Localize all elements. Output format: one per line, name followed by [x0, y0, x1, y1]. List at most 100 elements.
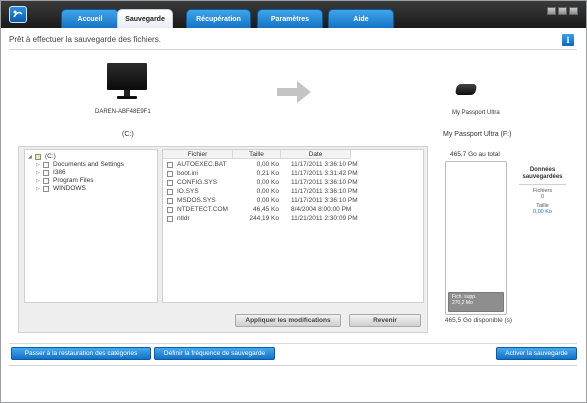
- file-size: 244,19 Ko: [249, 215, 279, 222]
- file-date: 11/17/2011 3:36:10 PM: [291, 179, 358, 186]
- destination-drive-label: My Passport Ultra (F:): [443, 131, 512, 138]
- tree-item-label: WINDOWS: [53, 185, 86, 192]
- checkbox[interactable]: [43, 185, 49, 192]
- restore-categories-button[interactable]: Passer à la restauration des catégories: [11, 347, 151, 360]
- saved-files-value: 0: [540, 194, 545, 201]
- external-drive-icon: [454, 84, 478, 95]
- computer-name: DAREN-ABF48E9F1: [95, 109, 151, 115]
- column-header-date[interactable]: Date: [281, 150, 351, 159]
- tab-parametres[interactable]: Paramètres: [257, 9, 323, 28]
- tree-item[interactable]: ▷ Program Files: [36, 177, 93, 184]
- tab-aide[interactable]: Aide: [328, 9, 394, 28]
- file-size: 0,00 Ko: [256, 197, 279, 204]
- tree-item-label: Documents and Settings: [53, 161, 124, 168]
- expand-icon[interactable]: ▷: [36, 162, 43, 168]
- file-name: AUTOEXEC.BAT: [177, 161, 227, 168]
- tab-sauvegarde[interactable]: Sauvegarde: [117, 9, 173, 28]
- collapse-icon[interactable]: ◢: [28, 154, 35, 160]
- checkbox[interactable]: [167, 171, 173, 177]
- file-date: 11/21/2011 2:30:09 PM: [291, 215, 358, 222]
- file-date: 11/17/2011 3:36:10 PM: [291, 188, 358, 195]
- apply-changes-button[interactable]: Appliquer les modifications: [235, 314, 341, 327]
- tree-item-label: I386: [53, 169, 66, 176]
- checkbox[interactable]: [167, 207, 173, 213]
- checkbox[interactable]: [167, 162, 173, 168]
- tab-label: Récupération: [196, 15, 241, 23]
- used-size: 270,2 Mo: [452, 299, 473, 306]
- checkbox[interactable]: [167, 198, 173, 204]
- tree-item[interactable]: ▷ I386: [36, 169, 66, 176]
- checkbox[interactable]: [43, 169, 49, 176]
- app-logo-icon[interactable]: [9, 6, 27, 23]
- checkbox[interactable]: [167, 189, 173, 195]
- expand-icon[interactable]: ▷: [36, 186, 43, 192]
- file-date: 11/17/2011 3:36:10 PM: [291, 197, 358, 204]
- file-size: 0,21 Ko: [256, 170, 279, 177]
- computer-icon: [107, 63, 147, 101]
- destination-free: 465,5 Go disponible (s): [444, 317, 513, 324]
- tree-root[interactable]: ◢ (C:): [28, 153, 56, 160]
- checkbox[interactable]: [167, 216, 173, 222]
- file-name: IO.SYS: [177, 188, 199, 195]
- maximize-icon[interactable]: [558, 7, 567, 15]
- column-header-name[interactable]: Fichier: [163, 150, 233, 159]
- file-row[interactable]: NTDETECT.COM 46,45 Ko 8/4/2004 8:00:00 PM: [163, 206, 425, 215]
- file-name: CONFIG.SYS: [177, 179, 218, 186]
- divider: [519, 184, 566, 186]
- footer-divider: [9, 365, 577, 366]
- file-size: 46,45 Ko: [252, 206, 279, 213]
- file-date: 11/17/2011 3:36:10 PM: [291, 161, 358, 168]
- file-name: ntldr: [177, 215, 190, 222]
- tab-label: Aide: [353, 15, 369, 23]
- activate-backup-button[interactable]: Activer la sauvegarde: [496, 347, 577, 360]
- file-row[interactable]: ntldr 244,19 Ko 11/21/2011 2:30:09 PM: [163, 215, 425, 224]
- app-window: Accueil Sauvegarde Récupération Paramètr…: [0, 0, 587, 403]
- file-name: MSDOS.SYS: [177, 197, 216, 204]
- checkbox[interactable]: [35, 153, 41, 160]
- divider: [9, 343, 577, 344]
- tab-label: Paramètres: [270, 15, 310, 23]
- file-date: 11/17/2011 3:31:42 PM: [291, 170, 358, 177]
- drive-name: My Passport Ultra: [452, 110, 500, 116]
- tab-recuperation[interactable]: Récupération: [186, 9, 251, 28]
- checkbox[interactable]: [43, 177, 49, 184]
- file-row[interactable]: boot.ini 0,21 Ko 11/17/2011 3:31:42 PM: [163, 170, 425, 179]
- file-row[interactable]: IO.SYS 0,00 Ko 11/17/2011 3:36:10 PM: [163, 188, 425, 197]
- close-icon[interactable]: [569, 7, 578, 15]
- expand-icon[interactable]: ▷: [36, 170, 43, 176]
- tab-accueil[interactable]: Accueil: [61, 9, 119, 28]
- checkbox[interactable]: [167, 180, 173, 186]
- file-list[interactable]: Fichier Taille Date AUTOEXEC.BAT 0,00 Ko 1…: [162, 149, 424, 303]
- arrow-right-icon: [277, 81, 311, 103]
- minimize-icon[interactable]: [547, 7, 556, 15]
- file-name: NTDETECT.COM: [177, 206, 228, 213]
- file-date: 8/4/2004 8:00:00 PM: [291, 206, 352, 213]
- file-name: boot.ini: [177, 170, 198, 177]
- file-row[interactable]: AUTOEXEC.BAT 0,00 Ko 11/17/2011 3:36:10 PM: [163, 161, 425, 170]
- file-row[interactable]: MSDOS.SYS 0,00 Ko 11/17/2011 3:36:10 PM: [163, 197, 425, 206]
- saved-size-value: 0,00 Ko: [533, 209, 552, 216]
- tree-item-label: Program Files: [53, 177, 94, 184]
- file-size: 0,00 Ko: [256, 188, 279, 195]
- saved-title: Données sauvegardées: [522, 167, 563, 181]
- title-bar: Accueil Sauvegarde Récupération Paramètr…: [1, 1, 586, 28]
- folder-tree[interactable]: ◢ (C:) ▷ Documents and Settings ▷ I386 ▷…: [24, 149, 158, 303]
- info-icon[interactable]: i: [562, 34, 574, 46]
- saved-data-panel: Données sauvegardées Fichiers 0 Taille 0…: [519, 167, 566, 218]
- column-header-size[interactable]: Taille: [233, 150, 281, 159]
- destination-total: 465,7 Go au total: [450, 151, 500, 158]
- file-row[interactable]: CONFIG.SYS 0,00 Ko 11/17/2011 3:36:10 PM: [163, 179, 425, 188]
- expand-icon[interactable]: ▷: [36, 178, 43, 184]
- tree-item[interactable]: ▷ Documents and Settings: [36, 161, 124, 168]
- capacity-used: Fich. supp. 270,2 Mo: [448, 292, 504, 312]
- window-controls: [547, 7, 578, 15]
- revert-button[interactable]: Revenir: [349, 314, 421, 327]
- tab-label: Accueil: [77, 15, 103, 23]
- tree-root-label: (C:): [45, 153, 56, 160]
- set-frequency-button[interactable]: Définir la fréquence de sauvegarde: [154, 347, 275, 360]
- divider: [9, 49, 577, 50]
- tree-item[interactable]: ▷ WINDOWS: [36, 185, 86, 192]
- file-size: 0,00 Ko: [256, 161, 279, 168]
- checkbox[interactable]: [43, 161, 49, 168]
- status-text: Prêt à effectuer la sauvegarde des fichi…: [9, 35, 161, 44]
